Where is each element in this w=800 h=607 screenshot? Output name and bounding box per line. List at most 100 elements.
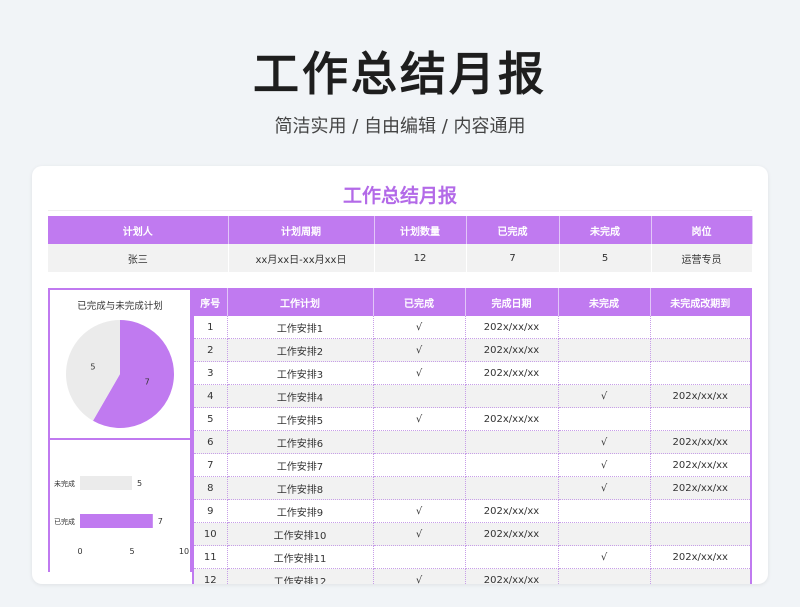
table-cell[interactable] bbox=[465, 453, 559, 477]
summary-value-cell[interactable]: 运营专员 bbox=[651, 244, 753, 272]
table-cell[interactable]: 202x/xx/xx bbox=[465, 568, 559, 584]
table-row: 4 工作安排4 √ 202x/xx/xx bbox=[193, 384, 752, 408]
bar-category-label: 已完成 bbox=[54, 517, 75, 526]
bar-category-label: 未完成 bbox=[54, 479, 75, 488]
table-cell[interactable]: 202x/xx/xx bbox=[465, 407, 559, 431]
table-cell[interactable] bbox=[373, 384, 466, 408]
summary-value-row: 张三 xx月xx日-xx月xx日 12 7 5 运营专员 bbox=[48, 244, 753, 272]
hero-subtitle: 简洁实用 / 自由编辑 / 内容通用 bbox=[274, 116, 526, 137]
table-cell[interactable]: 工作安排12 bbox=[227, 568, 374, 584]
table-cell[interactable] bbox=[373, 545, 466, 569]
summary-value-cell[interactable]: 张三 bbox=[48, 244, 229, 272]
bar-uncompleted bbox=[80, 476, 132, 490]
table-row: 1 工作安排1 √ 202x/xx/xx bbox=[193, 316, 752, 339]
table-cell[interactable] bbox=[650, 522, 752, 546]
table-cell[interactable]: 工作安排8 bbox=[227, 476, 374, 500]
table-cell[interactable]: 11 bbox=[193, 545, 228, 569]
table-cell[interactable] bbox=[558, 338, 651, 362]
table-cell[interactable]: 202x/xx/xx bbox=[650, 453, 752, 477]
table-cell[interactable] bbox=[373, 476, 466, 500]
table-cell[interactable]: √ bbox=[558, 545, 651, 569]
table-cell[interactable]: 8 bbox=[193, 476, 228, 500]
table-cell[interactable]: 工作安排6 bbox=[227, 430, 374, 454]
table-cell[interactable] bbox=[465, 476, 559, 500]
plan-header-cell: 序号 bbox=[193, 288, 228, 316]
table-cell[interactable]: 202x/xx/xx bbox=[650, 430, 752, 454]
bar-axis-tick-label: 10 bbox=[179, 547, 189, 556]
table-cell[interactable]: 10 bbox=[193, 522, 228, 546]
table-cell[interactable] bbox=[650, 407, 752, 431]
table-cell[interactable]: 工作安排3 bbox=[227, 361, 374, 385]
table-cell[interactable] bbox=[465, 384, 559, 408]
table-cell[interactable]: 5 bbox=[193, 407, 228, 431]
table-cell[interactable] bbox=[558, 316, 651, 339]
summary-value-cell[interactable]: 5 bbox=[559, 244, 652, 272]
table-cell[interactable] bbox=[650, 338, 752, 362]
summary-value-cell[interactable]: xx月xx日-xx月xx日 bbox=[228, 244, 375, 272]
table-cell[interactable] bbox=[650, 316, 752, 339]
table-cell[interactable] bbox=[650, 499, 752, 523]
table-cell[interactable]: √ bbox=[373, 407, 466, 431]
table-row: 12 工作安排12 √ 202x/xx/xx bbox=[193, 568, 752, 584]
hero-title: 工作总结月报 bbox=[253, 47, 547, 101]
table-cell[interactable]: 202x/xx/xx bbox=[650, 545, 752, 569]
table-cell[interactable]: 202x/xx/xx bbox=[650, 476, 752, 500]
table-row: 3 工作安排3 √ 202x/xx/xx bbox=[193, 361, 752, 385]
table-cell[interactable]: √ bbox=[373, 522, 466, 546]
table-cell[interactable]: 202x/xx/xx bbox=[465, 499, 559, 523]
summary-value-cell[interactable]: 12 bbox=[374, 244, 467, 272]
table-cell[interactable]: 工作安排7 bbox=[227, 453, 374, 477]
sheet-title: 工作总结月报 bbox=[48, 182, 752, 211]
table-cell[interactable] bbox=[373, 430, 466, 454]
summary-header-cell: 计划数量 bbox=[374, 216, 467, 244]
table-cell[interactable]: √ bbox=[373, 499, 466, 523]
bar-data-label: 7 bbox=[158, 517, 163, 526]
table-cell[interactable]: 3 bbox=[193, 361, 228, 385]
table-cell[interactable]: 1 bbox=[193, 316, 228, 339]
table-row: 7 工作安排7 √ 202x/xx/xx bbox=[193, 453, 752, 477]
table-cell[interactable] bbox=[373, 453, 466, 477]
table-cell[interactable]: 202x/xx/xx bbox=[465, 522, 559, 546]
table-cell[interactable]: √ bbox=[558, 430, 651, 454]
table-cell[interactable]: 9 bbox=[193, 499, 228, 523]
table-cell[interactable]: 工作安排11 bbox=[227, 545, 374, 569]
table-cell[interactable] bbox=[558, 361, 651, 385]
table-cell[interactable]: √ bbox=[373, 361, 466, 385]
table-cell[interactable]: 6 bbox=[193, 430, 228, 454]
bar-axis-tick-label: 5 bbox=[129, 547, 134, 556]
table-cell[interactable] bbox=[558, 407, 651, 431]
summary-value-cell[interactable]: 7 bbox=[466, 244, 560, 272]
table-cell[interactable]: 工作安排10 bbox=[227, 522, 374, 546]
table-cell[interactable] bbox=[558, 522, 651, 546]
table-cell[interactable]: 202x/xx/xx bbox=[465, 338, 559, 362]
pie-chart: 75 bbox=[66, 320, 175, 428]
table-cell[interactable]: 202x/xx/xx bbox=[465, 316, 559, 339]
table-cell[interactable]: 12 bbox=[193, 568, 228, 584]
table-cell[interactable] bbox=[558, 568, 651, 584]
table-cell[interactable]: √ bbox=[373, 568, 466, 584]
table-cell[interactable]: 202x/xx/xx bbox=[465, 361, 559, 385]
table-cell[interactable] bbox=[650, 361, 752, 385]
bar-axis-tick-label: 0 bbox=[77, 547, 82, 556]
table-cell[interactable]: 工作安排5 bbox=[227, 407, 374, 431]
table-cell[interactable]: 工作安排4 bbox=[227, 384, 374, 408]
plan-table: 序号 工作计划 已完成 完成日期 未完成 未完成改期到 1 工作安排1 √ 202x/… bbox=[192, 288, 752, 584]
table-cell[interactable]: 工作安排2 bbox=[227, 338, 374, 362]
table-cell[interactable] bbox=[650, 568, 752, 584]
table-cell[interactable] bbox=[465, 545, 559, 569]
table-cell[interactable]: √ bbox=[558, 384, 651, 408]
table-cell[interactable] bbox=[465, 430, 559, 454]
plan-header-cell: 已完成 bbox=[373, 288, 466, 316]
table-cell[interactable]: √ bbox=[558, 476, 651, 500]
table-cell[interactable]: √ bbox=[373, 338, 466, 362]
table-cell[interactable] bbox=[558, 499, 651, 523]
table-cell[interactable]: 工作安排9 bbox=[227, 499, 374, 523]
table-cell[interactable]: 202x/xx/xx bbox=[650, 384, 752, 408]
table-cell[interactable]: 7 bbox=[193, 453, 228, 477]
summary-header-cell: 未完成 bbox=[559, 216, 652, 244]
table-cell[interactable]: 4 bbox=[193, 384, 228, 408]
table-cell[interactable]: 2 bbox=[193, 338, 228, 362]
table-cell[interactable]: √ bbox=[558, 453, 651, 477]
table-cell[interactable]: √ bbox=[373, 316, 466, 339]
table-cell[interactable]: 工作安排1 bbox=[227, 316, 374, 339]
